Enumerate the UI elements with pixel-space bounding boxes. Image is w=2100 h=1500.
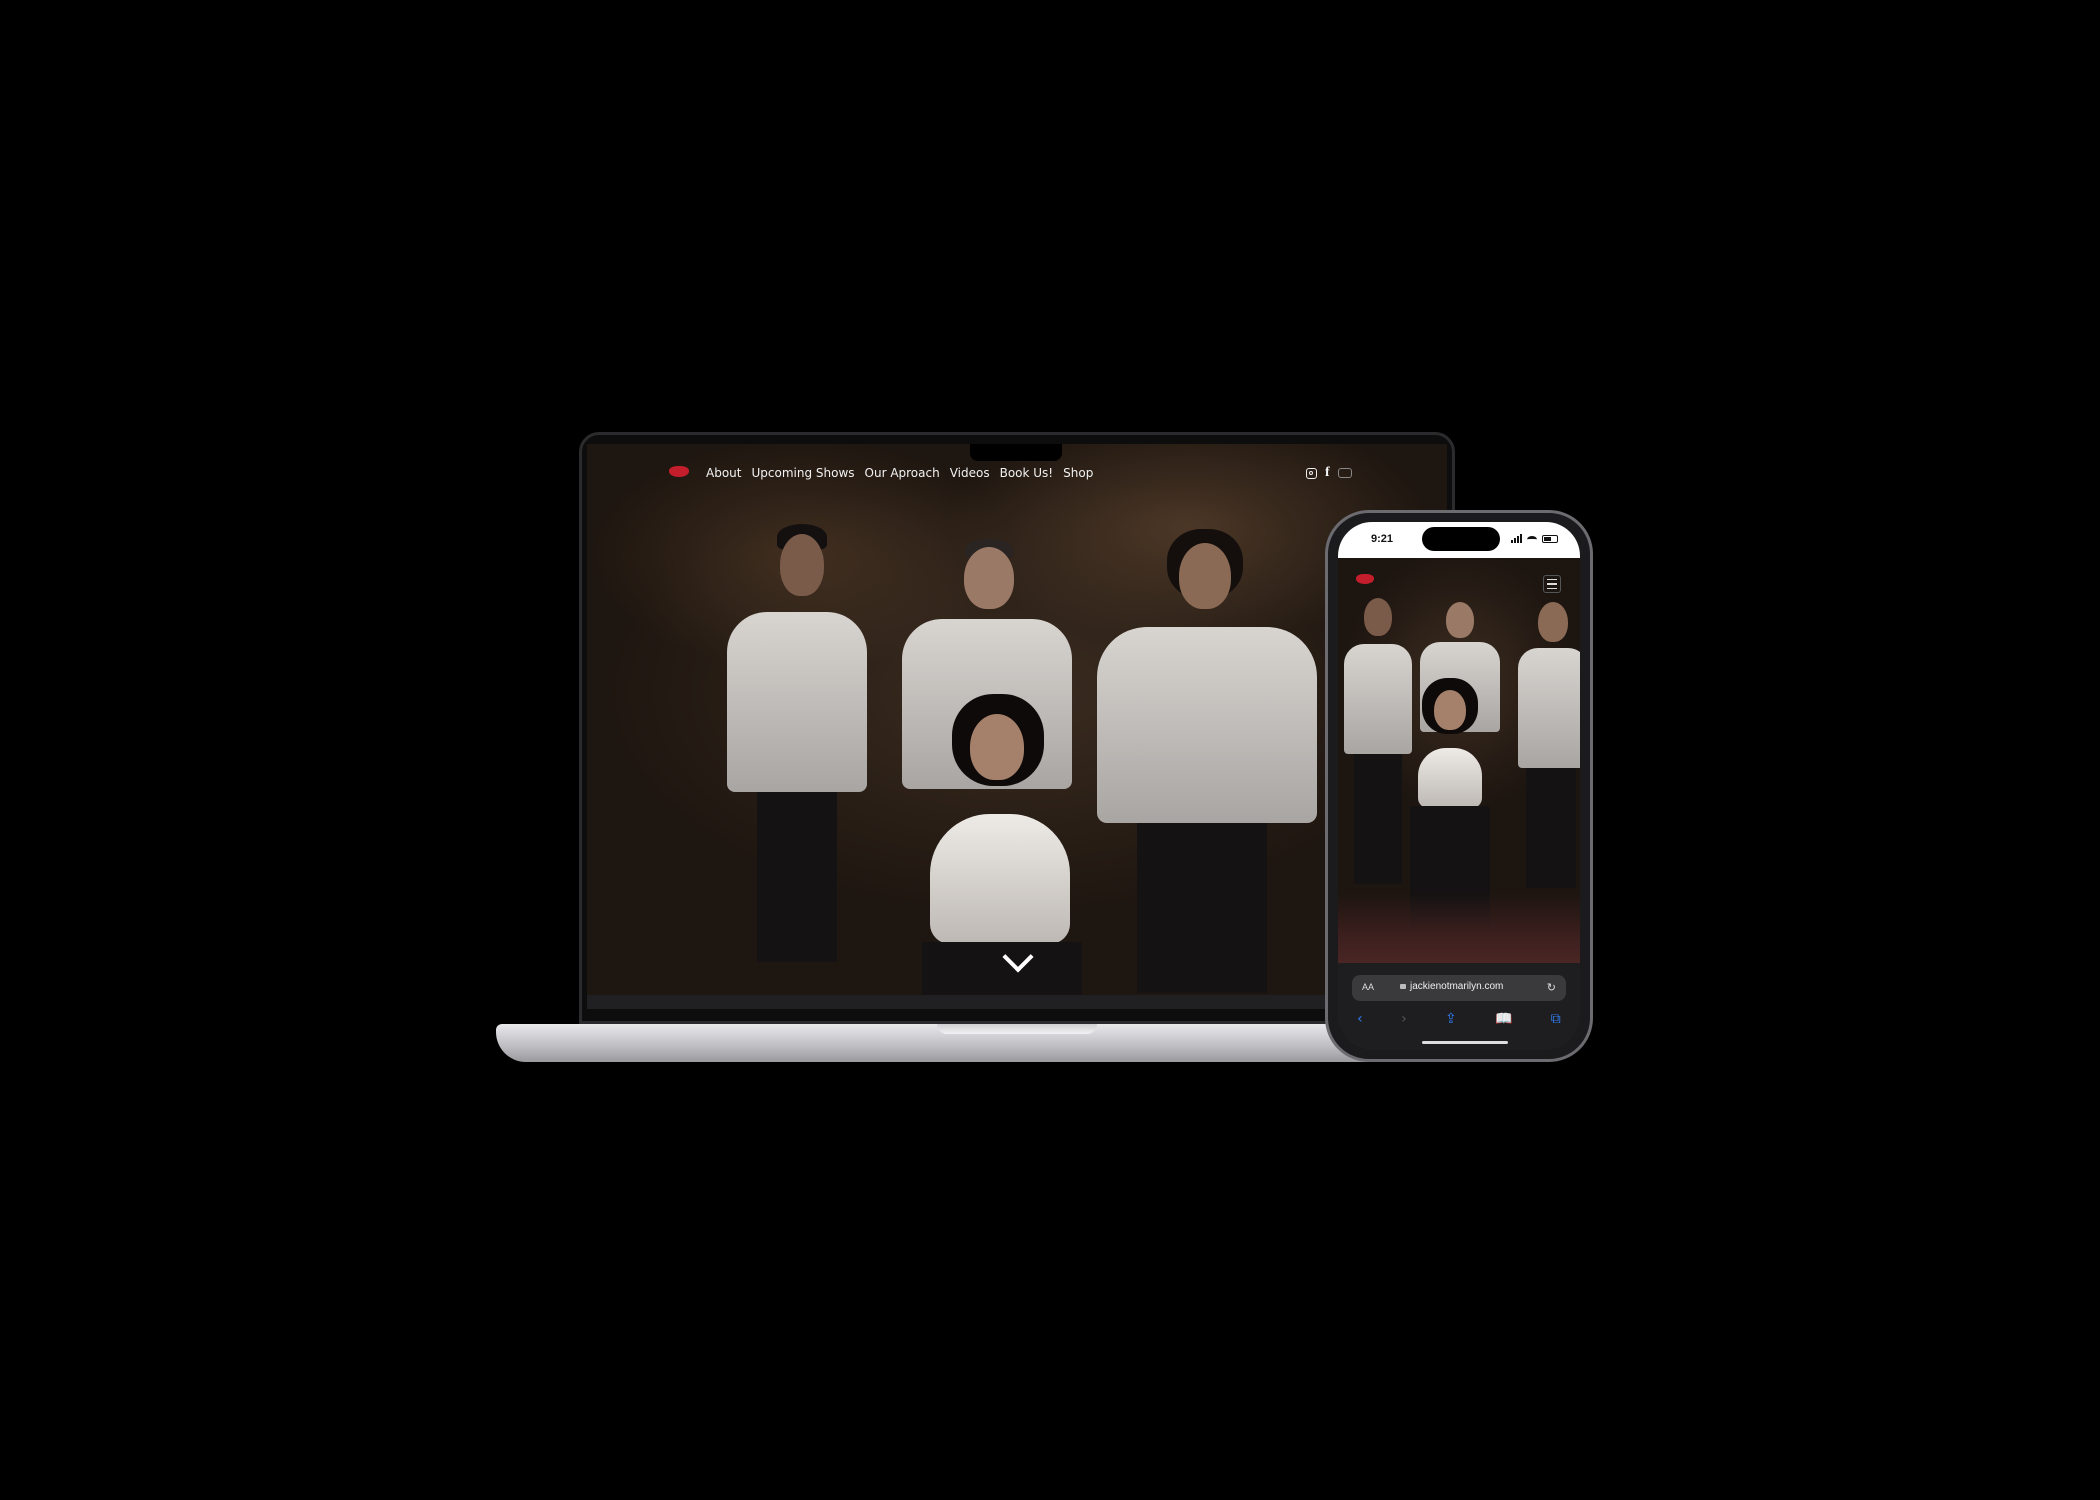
laptop-screen-bezel bbox=[587, 995, 1447, 1009]
laptop-screen: About Upcoming Shows Our Aproach Videos … bbox=[587, 444, 1447, 995]
lips-logo-icon[interactable] bbox=[669, 466, 689, 477]
battery-icon bbox=[1542, 535, 1558, 543]
home-indicator bbox=[1422, 1041, 1508, 1044]
band-member-singer bbox=[912, 694, 1087, 995]
lock-icon bbox=[1400, 984, 1406, 989]
youtube-icon[interactable] bbox=[1337, 468, 1352, 478]
nav-link-shop[interactable]: Shop bbox=[1063, 466, 1093, 480]
nav-link-videos[interactable]: Videos bbox=[950, 466, 990, 480]
nav-links: About Upcoming Shows Our Aproach Videos … bbox=[706, 466, 1093, 480]
cellular-signal-icon bbox=[1511, 534, 1522, 543]
reload-icon[interactable]: ↻ bbox=[1547, 981, 1556, 994]
lips-logo-icon[interactable] bbox=[1356, 574, 1374, 584]
browser-toolbar: ‹ › ⇪ 📖 ⧉ bbox=[1338, 1011, 1580, 1027]
nav-link-book-us[interactable]: Book Us! bbox=[1000, 466, 1054, 480]
mobile-hero bbox=[1338, 558, 1580, 963]
nav-link-about[interactable]: About bbox=[706, 466, 741, 480]
share-icon[interactable]: ⇪ bbox=[1445, 1011, 1457, 1027]
address-bar[interactable]: AA jackienotmarilyn.com ↻ bbox=[1352, 975, 1566, 1001]
status-icons bbox=[1511, 534, 1558, 543]
phone-screen: 9:21 AA jackienotmarilyn.com ↻ ‹ › ⇪ 📖 ⧉ bbox=[1338, 522, 1580, 1050]
dynamic-island bbox=[1422, 527, 1500, 551]
camera-notch bbox=[970, 444, 1062, 461]
instagram-icon[interactable] bbox=[1306, 467, 1317, 479]
nav-link-upcoming-shows[interactable]: Upcoming Shows bbox=[751, 466, 854, 480]
facebook-icon[interactable]: f bbox=[1325, 466, 1330, 480]
status-time: 9:21 bbox=[1371, 533, 1394, 545]
band-member-right bbox=[1518, 602, 1580, 902]
band-member-singer bbox=[1400, 678, 1500, 938]
bookmarks-icon[interactable]: 📖 bbox=[1495, 1011, 1512, 1027]
band-member-left bbox=[722, 524, 872, 995]
social-links: f bbox=[1306, 466, 1352, 480]
tabs-icon[interactable]: ⧉ bbox=[1551, 1011, 1561, 1027]
safari-bottom-bar: AA jackienotmarilyn.com ↻ ‹ › ⇪ 📖 ⧉ bbox=[1338, 963, 1580, 1050]
wifi-icon bbox=[1527, 536, 1537, 543]
laptop-open-groove bbox=[937, 1024, 1097, 1034]
url-text[interactable]: jackienotmarilyn.com bbox=[1410, 981, 1503, 992]
status-bar: 9:21 bbox=[1338, 522, 1580, 558]
band-member-right bbox=[1097, 529, 1317, 995]
nav-link-our-approach[interactable]: Our Aproach bbox=[865, 466, 940, 480]
text-size-button[interactable]: AA bbox=[1362, 982, 1374, 992]
back-icon[interactable]: ‹ bbox=[1357, 1011, 1363, 1027]
forward-icon[interactable]: › bbox=[1401, 1011, 1407, 1027]
menu-icon[interactable] bbox=[1543, 575, 1561, 593]
